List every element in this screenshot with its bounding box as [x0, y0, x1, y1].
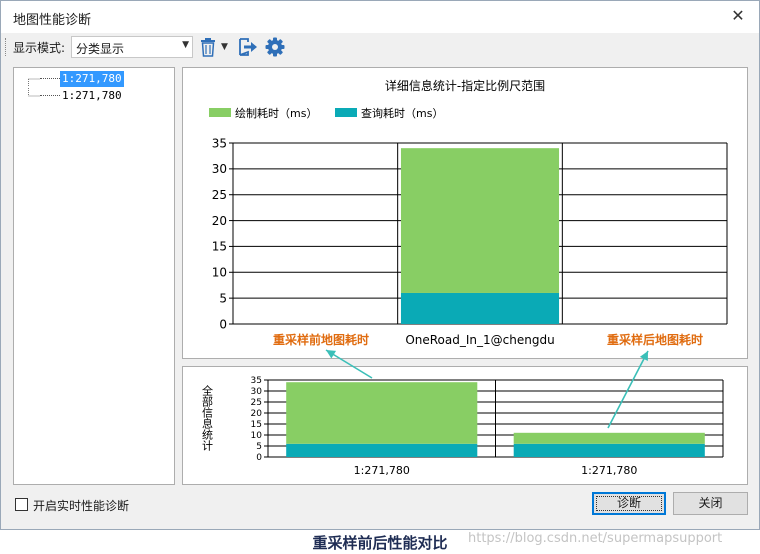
legend-swatch-draw	[209, 108, 231, 117]
y-tick-label: 20	[251, 409, 263, 419]
y-tick-label: 30	[212, 162, 227, 176]
y-tick-label: 25	[251, 398, 262, 408]
y-tick-label: 5	[256, 442, 262, 452]
export-icon[interactable]	[237, 36, 259, 58]
annotation-before: 重采样前地图耗时	[273, 332, 369, 347]
toolbar: 显示模式: 分类显示 ▼ ▼	[1, 34, 759, 60]
diagnosis-window: 地图性能诊断 ✕ 显示模式: 分类显示 ▼ ▼ 1:271,780 1:271,…	[0, 0, 760, 530]
overview-chart-panel: 0 5 10 15 20 25 30 35 1:271,780 1:271,780 全部信息统计	[182, 366, 748, 485]
realtime-diagnosis-label: 开启实时性能诊断	[33, 499, 130, 513]
x-category-label: 1:271,780	[581, 464, 637, 477]
bar-segment	[286, 443, 478, 457]
legend-label-draw: 绘制耗时（ms）	[235, 106, 317, 120]
y-tick-label: 20	[212, 214, 227, 228]
detail-chart-panel: 详细信息统计-指定比例尺范围绘制耗时（ms） 查询耗时（ms） 0 5 10 15 20 25…	[182, 67, 748, 359]
y-tick-label: 30	[251, 387, 263, 397]
y-tick-label: 10	[212, 266, 227, 280]
y-tick-label: 15	[251, 420, 262, 430]
chevron-down-icon: ▼	[182, 40, 189, 50]
overview-chart: 05101520253035 1:271,780 1:271,780 全部信息统计	[201, 376, 724, 477]
display-mode-value: 分类显示	[76, 42, 125, 56]
focus-rect	[596, 496, 662, 511]
y-tick-label: 0	[219, 317, 227, 331]
y-tick-label: 0	[256, 453, 262, 463]
delete-icon[interactable]	[197, 36, 219, 58]
tree-item-label: 1:271,780	[62, 89, 122, 102]
annotation-after: 重采样后地图耗时	[607, 332, 703, 347]
legend-swatch-query	[335, 108, 357, 117]
bar-segment	[513, 432, 705, 444]
bar-segment	[400, 292, 560, 324]
window-title: 地图性能诊断	[13, 13, 92, 28]
y-tick-label: 10	[251, 431, 263, 441]
y-tick-label: 25	[212, 188, 227, 202]
y-tick-label: 35	[251, 376, 262, 386]
bar-segment	[286, 382, 478, 444]
tree-node-icon	[40, 78, 60, 80]
display-mode-select[interactable]: 分类显示 ▼	[71, 36, 193, 58]
watermark: https://blog.csdn.net/supermapsupport	[468, 531, 723, 546]
realtime-diagnosis-checkbox[interactable]	[15, 498, 28, 511]
tree-item-label: 1:271,780	[60, 71, 124, 87]
close-button-label: 关闭	[698, 496, 723, 510]
bar-segment	[400, 148, 560, 293]
close-icon[interactable]: ✕	[727, 5, 749, 27]
y-tick-label: 15	[212, 240, 227, 254]
delete-dropdown-icon[interactable]: ▼	[221, 36, 233, 58]
tree-item-scale-2[interactable]: 1:271,780	[14, 88, 174, 104]
x-category-label: OneRoad_In_1@chengdu	[405, 333, 554, 347]
scale-tree: 1:271,780 1:271,780	[13, 67, 175, 485]
legend-label-query: 查询耗时（ms）	[361, 106, 443, 120]
y-tick-label: 35	[212, 136, 227, 150]
close-button[interactable]: 关闭	[673, 492, 748, 515]
detail-chart: 详细信息统计-指定比例尺范围绘制耗时（ms） 查询耗时（ms） 0 5 10 15 20 25…	[209, 78, 728, 347]
bar-segment	[513, 443, 705, 457]
toolbar-grip	[5, 38, 8, 56]
y-axis-label: 全部信息统计	[201, 384, 214, 452]
tree-item-scale-1[interactable]: 1:271,780	[14, 71, 174, 87]
diagnose-button[interactable]: 诊断	[592, 492, 666, 515]
chart-title: 详细信息统计-指定比例尺范围	[385, 78, 545, 93]
y-tick-label: 5	[219, 291, 227, 305]
x-category-label: 1:271,780	[354, 464, 410, 477]
display-mode-label: 显示模式:	[13, 41, 66, 55]
tree-node-icon	[40, 95, 60, 97]
title-bar: 地图性能诊断 ✕	[1, 1, 759, 33]
gear-icon[interactable]	[264, 36, 286, 58]
